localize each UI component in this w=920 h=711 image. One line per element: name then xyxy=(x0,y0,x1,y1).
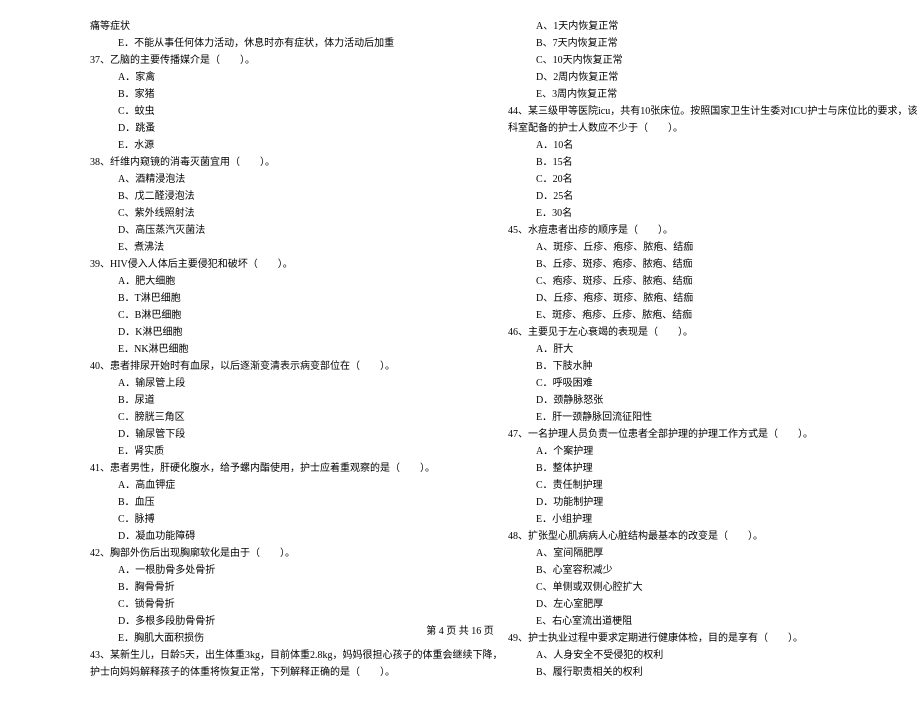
option-line: E、煮沸法 xyxy=(90,239,500,256)
option-line: B．胸骨骨折 xyxy=(90,579,500,596)
option-line: C．20名 xyxy=(508,171,880,188)
option-line: B．血压 xyxy=(90,494,500,511)
option-line: C、疱疹、斑疹、丘疹、脓疱、结痂 xyxy=(508,273,880,290)
option-line: A．家禽 xyxy=(90,69,500,86)
page-body: 痛等症状E．不能从事任何体力活动，休息时亦有症状，体力活动后加重37、乙脑的主要… xyxy=(0,0,920,711)
question-line: 48、扩张型心肌病病人心脏结构最基本的改变是（ ）。 xyxy=(508,528,880,545)
option-line: B、履行职责相关的权利 xyxy=(508,664,880,681)
question-line: 44、某三级甲等医院icu，共有10张床位。按照国家卫生计生委对ICU护士与床位… xyxy=(508,103,880,120)
option-line: D、左心室肥厚 xyxy=(508,596,880,613)
option-line: E、斑疹、疱疹、丘疹、脓疱、结痂 xyxy=(508,307,880,324)
option-line: C．蚊虫 xyxy=(90,103,500,120)
option-line: D．凝血功能障碍 xyxy=(90,528,500,545)
option-line: B、7天内恢复正常 xyxy=(508,35,880,52)
option-line: D．颈静脉怒张 xyxy=(508,392,880,409)
option-line: A、室间隔肥厚 xyxy=(508,545,880,562)
option-line: B．家猪 xyxy=(90,86,500,103)
question-line: 47、一名护理人员负责一位患者全部护理的护理工作方式是（ ）。 xyxy=(508,426,880,443)
option-line: A．高血钾症 xyxy=(90,477,500,494)
option-line: C．脉搏 xyxy=(90,511,500,528)
option-line: D．功能制护理 xyxy=(508,494,880,511)
option-line: A、酒精浸泡法 xyxy=(90,171,500,188)
option-line: E．不能从事任何体力活动，休息时亦有症状，体力活动后加重 xyxy=(90,35,500,52)
question-line: 40、患者排尿开始时有血尿，以后逐渐变清表示病变部位在（ ）。 xyxy=(90,358,500,375)
option-line: C．责任制护理 xyxy=(508,477,880,494)
option-line: A．肝大 xyxy=(508,341,880,358)
option-line: C．膀胱三角区 xyxy=(90,409,500,426)
option-line: D．K淋巴细胞 xyxy=(90,324,500,341)
option-line: E、3周内恢复正常 xyxy=(508,86,880,103)
page-footer: 第 4 页 共 16 页 xyxy=(0,623,920,640)
option-line: A、斑疹、丘疹、疱疹、脓疱、结痂 xyxy=(508,239,880,256)
question-line: 痛等症状 xyxy=(90,18,500,35)
question-line: 护士向妈妈解释孩子的体重将恢复正常，下列解释正确的是（ ）。 xyxy=(90,664,500,681)
option-line: D．输尿管下段 xyxy=(90,426,500,443)
option-line: A．一根肋骨多处骨折 xyxy=(90,562,500,579)
option-line: E．30名 xyxy=(508,205,880,222)
option-line: D．25名 xyxy=(508,188,880,205)
option-line: E．水源 xyxy=(90,137,500,154)
option-line: A．个案护理 xyxy=(508,443,880,460)
question-line: 38、纤维内窥镜的消毒灭菌宜用（ ）。 xyxy=(90,154,500,171)
question-line: 46、主要见于左心衰竭的表现是（ ）。 xyxy=(508,324,880,341)
left-column: 痛等症状E．不能从事任何体力活动，休息时亦有症状，体力活动后加重37、乙脑的主要… xyxy=(90,18,500,681)
option-line: B、戊二醛浸泡法 xyxy=(90,188,500,205)
question-line: 42、胸部外伤后出现胸廓软化是由于（ ）。 xyxy=(90,545,500,562)
option-line: A．肥大细胞 xyxy=(90,273,500,290)
option-line: A、1天内恢复正常 xyxy=(508,18,880,35)
option-line: C、10天内恢复正常 xyxy=(508,52,880,69)
option-line: B．尿道 xyxy=(90,392,500,409)
option-line: D、高压蒸汽灭菌法 xyxy=(90,222,500,239)
option-line: B、心室容积减少 xyxy=(508,562,880,579)
option-line: E．小组护理 xyxy=(508,511,880,528)
option-line: D．跳蚤 xyxy=(90,120,500,137)
option-line: C．锁骨骨折 xyxy=(90,596,500,613)
option-line: A．10名 xyxy=(508,137,880,154)
question-line: 科室配备的护士人数应不少于（ ）。 xyxy=(508,120,880,137)
option-line: B．T淋巴细胞 xyxy=(90,290,500,307)
option-line: A．输尿管上段 xyxy=(90,375,500,392)
option-line: E．NK淋巴细胞 xyxy=(90,341,500,358)
option-line: D、2周内恢复正常 xyxy=(508,69,880,86)
option-line: C、单侧或双侧心腔扩大 xyxy=(508,579,880,596)
option-line: B．整体护理 xyxy=(508,460,880,477)
option-line: C．B淋巴细胞 xyxy=(90,307,500,324)
option-line: B．15名 xyxy=(508,154,880,171)
option-line: B、丘疹、斑疹、疱疹、脓疱、结痂 xyxy=(508,256,880,273)
option-line: B．下肢水肿 xyxy=(508,358,880,375)
question-line: 41、患者男性，肝硬化腹水，给予螺内酯使用，护士应着重观察的是（ ）。 xyxy=(90,460,500,477)
right-column: A、1天内恢复正常B、7天内恢复正常C、10天内恢复正常D、2周内恢复正常E、3… xyxy=(500,18,880,681)
option-line: E．肾实质 xyxy=(90,443,500,460)
option-line: E．肝一颈静脉回流征阳性 xyxy=(508,409,880,426)
question-line: 39、HIV侵入人体后主要侵犯和破坏（ ）。 xyxy=(90,256,500,273)
question-line: 37、乙脑的主要传播媒介是（ ）。 xyxy=(90,52,500,69)
option-line: C、紫外线照射法 xyxy=(90,205,500,222)
question-line: 45、水痘患者出疹的顺序是（ ）。 xyxy=(508,222,880,239)
option-line: C．呼吸困难 xyxy=(508,375,880,392)
option-line: D、丘疹、疱疹、斑疹、脓疱、结痂 xyxy=(508,290,880,307)
